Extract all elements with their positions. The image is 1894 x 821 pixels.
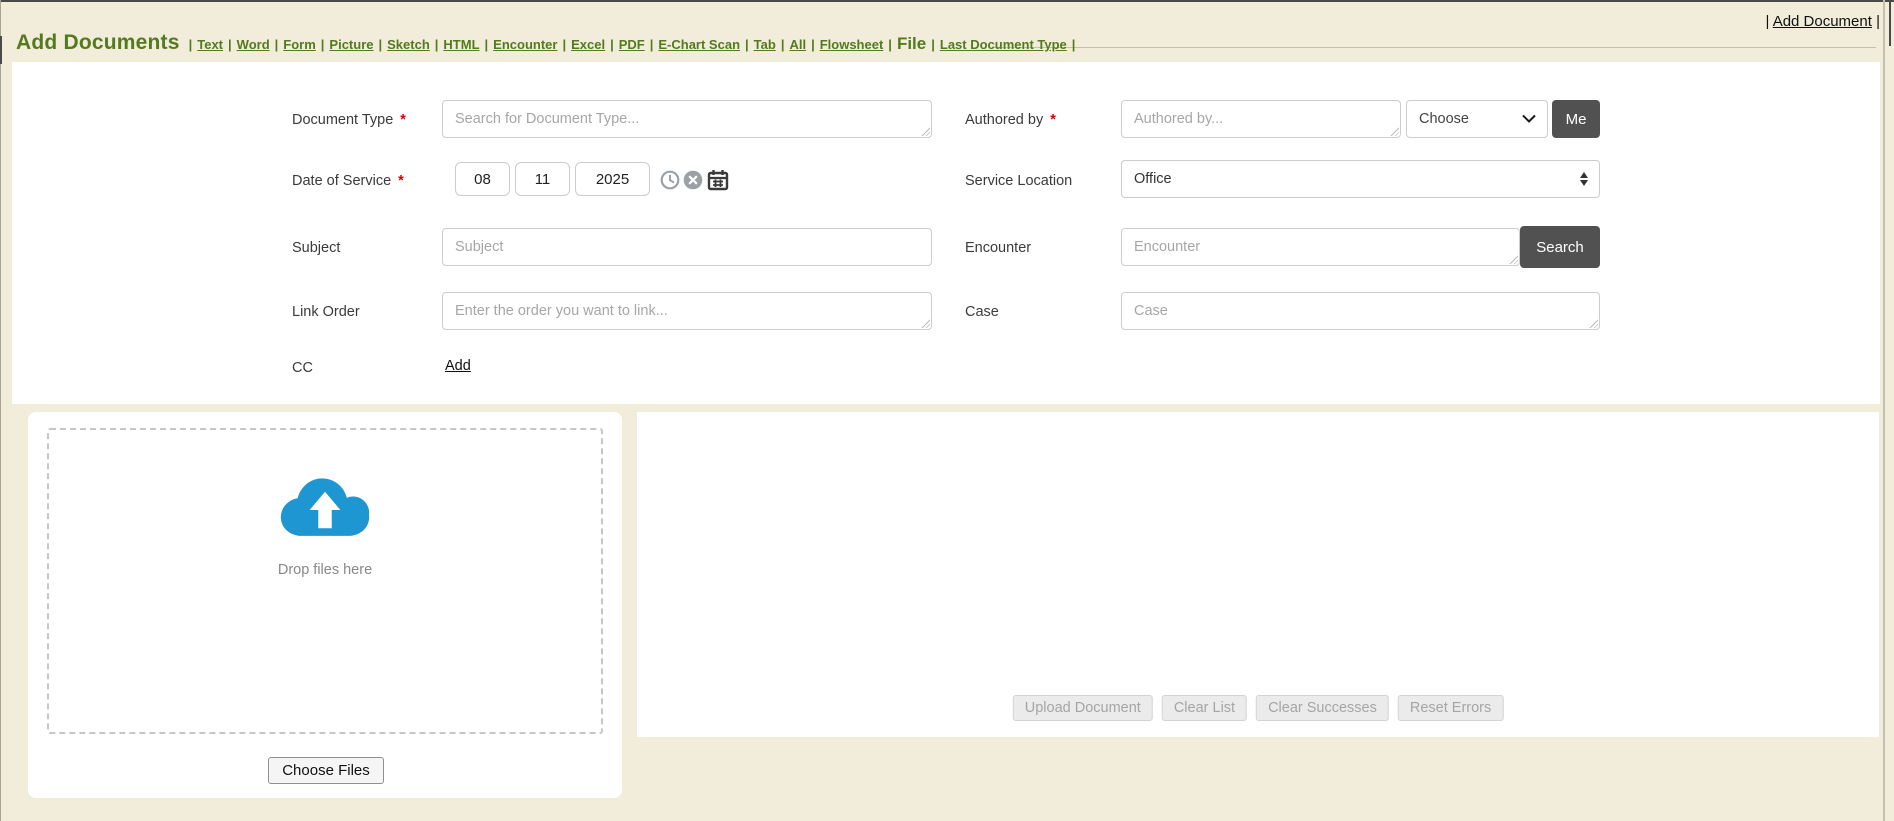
cc-label: CC <box>292 359 313 377</box>
window-border-left-dark <box>0 36 2 64</box>
link-order-input[interactable] <box>442 292 932 330</box>
authored-by-choose-select[interactable]: Choose <box>1406 100 1548 138</box>
authored-by-input[interactable] <box>1121 100 1401 138</box>
page-header: Add Documents Text Word Form Picture Ske… <box>16 31 1075 55</box>
case-label: Case <box>965 303 999 321</box>
calendar-icon[interactable] <box>706 168 730 192</box>
nav-link-word[interactable]: Word <box>237 37 270 52</box>
upload-document-button[interactable]: Upload Document <box>1013 695 1153 721</box>
date-year-input[interactable] <box>575 162 650 196</box>
authored-by-label: Authored by * <box>965 111 1056 129</box>
document-type-nav: Text Word Form Picture Sketch HTML Encou… <box>184 34 1076 54</box>
upload-queue-panel: Upload Document Clear List Clear Success… <box>637 412 1879 737</box>
nav-link-all[interactable]: All <box>789 37 806 52</box>
nav-link-sketch[interactable]: Sketch <box>387 37 430 52</box>
upload-actions: Upload Document Clear List Clear Success… <box>1013 695 1504 721</box>
file-drop-card: Drop files here Choose Files <box>28 412 622 798</box>
nav-link-echart-scan[interactable]: E-Chart Scan <box>658 37 740 52</box>
date-month-input[interactable] <box>455 162 510 196</box>
link-order-label: Link Order <box>292 303 360 321</box>
authored-by-field <box>1121 100 1401 138</box>
service-location-select[interactable]: Office <box>1121 160 1600 198</box>
nav-link-form[interactable]: Form <box>283 37 316 52</box>
up-down-arrows-icon <box>1580 172 1588 186</box>
page-edge-line <box>1883 0 1885 821</box>
nav-link-file-active[interactable]: File <box>897 34 926 54</box>
encounter-label: Encounter <box>965 239 1031 257</box>
nav-link-picture[interactable]: Picture <box>329 37 373 52</box>
subject-input[interactable] <box>442 228 932 266</box>
nav-link-flowsheet[interactable]: Flowsheet <box>820 37 884 52</box>
nav-link-text[interactable]: Text <box>197 37 223 52</box>
date-of-service-label: Date of Service * <box>292 172 404 190</box>
required-asterisk: * <box>398 172 404 190</box>
clear-date-icon[interactable] <box>683 170 703 190</box>
clear-list-button[interactable]: Clear List <box>1162 695 1247 721</box>
page-title: Add Documents <box>16 31 180 55</box>
link-order-field <box>442 292 932 330</box>
required-asterisk: * <box>400 111 406 129</box>
choose-select-value: Choose <box>1419 111 1469 127</box>
document-type-label: Document Type * <box>292 111 406 129</box>
window-border-top <box>0 0 1894 2</box>
drop-files-text: Drop files here <box>47 562 603 578</box>
authored-by-me-button[interactable]: Me <box>1552 100 1600 138</box>
nav-link-tab[interactable]: Tab <box>754 37 776 52</box>
window-border-right-dark <box>1889 0 1891 46</box>
chevron-down-icon <box>1522 111 1536 127</box>
nav-link-pdf[interactable]: PDF <box>619 37 645 52</box>
date-day-input[interactable] <box>515 162 570 196</box>
required-asterisk: * <box>1050 111 1056 129</box>
cloud-upload-icon <box>277 476 373 549</box>
encounter-search-button[interactable]: Search <box>1520 226 1600 268</box>
cc-add-link[interactable]: Add <box>445 358 471 374</box>
nav-link-last-document-type[interactable]: Last Document Type <box>940 37 1067 52</box>
document-type-field <box>442 100 932 138</box>
add-documents-page: Add Document Add Documents Text Word For… <box>0 0 1894 821</box>
fieldset-top-rule <box>992 47 1876 48</box>
subject-label: Subject <box>292 239 340 257</box>
add-document-link[interactable]: Add Document <box>1773 13 1872 30</box>
service-location-label: Service Location <box>965 172 1072 190</box>
encounter-input[interactable] <box>1121 228 1520 266</box>
top-right-nav: Add Document <box>1765 13 1880 30</box>
reset-errors-button[interactable]: Reset Errors <box>1398 695 1503 721</box>
case-input[interactable] <box>1121 292 1600 330</box>
document-form-panel: Document Type * Date of Service * Subjec… <box>12 62 1880 404</box>
nav-link-html[interactable]: HTML <box>443 37 479 52</box>
nav-link-encounter[interactable]: Encounter <box>493 37 557 52</box>
nav-link-excel[interactable]: Excel <box>571 37 605 52</box>
service-location-value: Office <box>1134 171 1172 187</box>
document-type-input[interactable] <box>442 100 932 138</box>
clear-successes-button[interactable]: Clear Successes <box>1256 695 1389 721</box>
window-border-left <box>0 0 1 821</box>
case-field <box>1121 292 1600 330</box>
file-dropzone[interactable] <box>47 428 603 734</box>
choose-files-button[interactable]: Choose Files <box>268 757 384 784</box>
time-icon[interactable] <box>660 170 680 190</box>
encounter-field <box>1121 228 1520 266</box>
subject-field <box>442 228 932 266</box>
